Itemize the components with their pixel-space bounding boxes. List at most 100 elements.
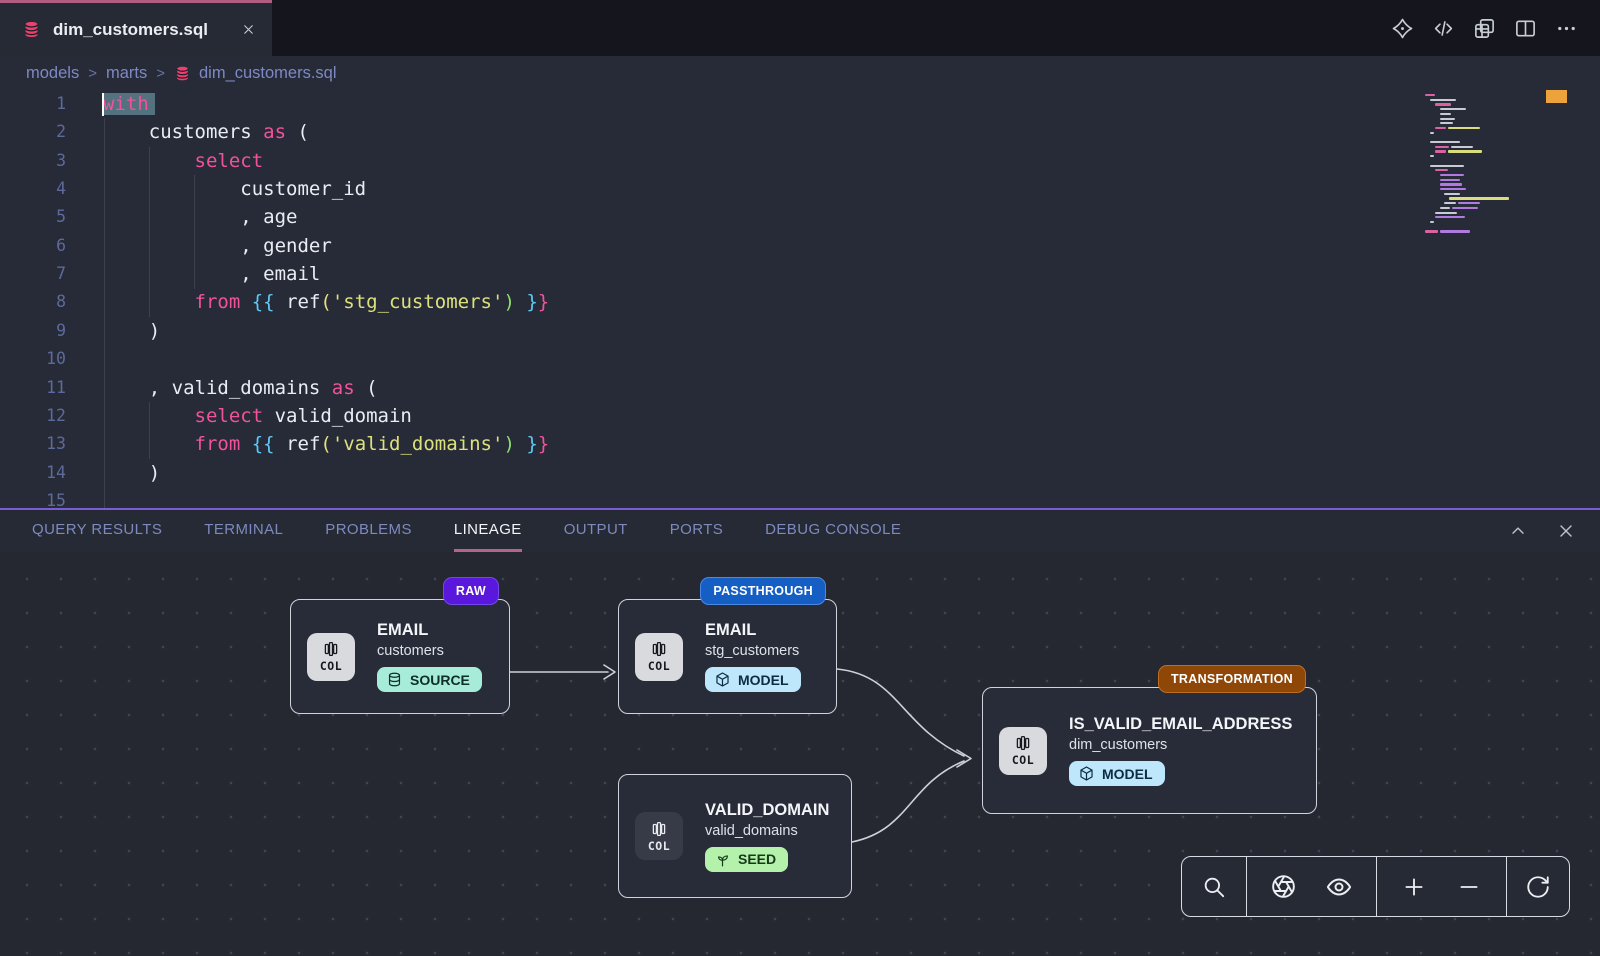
eye-icon xyxy=(1325,873,1353,901)
columns-chip[interactable]: COL xyxy=(307,633,355,681)
text-cursor xyxy=(102,93,104,116)
split-editor-button[interactable] xyxy=(1510,13,1541,44)
close-tab-icon[interactable] xyxy=(241,22,256,37)
code-line-6: 6 , gender xyxy=(0,232,1600,260)
line-number: 4 xyxy=(0,175,66,203)
breadcrumb: models > marts > dim_customers.sql xyxy=(0,56,1600,90)
editor-tab-bar: dim_customers.sql xyxy=(0,0,1600,56)
columns-chip[interactable]: COL xyxy=(999,727,1047,775)
code-line-14: 14 ) xyxy=(0,459,1600,487)
cube-icon xyxy=(714,671,731,688)
code-view-button[interactable] xyxy=(1428,13,1459,44)
node-subtitle: dim_customers xyxy=(1069,737,1292,753)
lineage-node-customers[interactable]: RAWCOLEMAILcustomersSOURCE xyxy=(290,599,510,714)
aperture-button[interactable] xyxy=(1266,869,1301,904)
copy-table-icon xyxy=(1473,17,1496,40)
columns-chip-label: COL xyxy=(1012,753,1034,767)
lineage-toolbar xyxy=(1181,856,1570,917)
code-line-8: 8 from {{ ref('stg_customers') }} xyxy=(0,288,1600,316)
columns-chip-label: COL xyxy=(320,659,342,673)
breadcrumb-item-models[interactable]: models xyxy=(26,64,79,83)
app-window: dim_customers.sql models > marts > dim_custo… xyxy=(0,0,1600,956)
breadcrumb-separator: > xyxy=(156,65,165,82)
node-type-badge-seed: SEED xyxy=(705,847,788,872)
node-type-badge-model: MODEL xyxy=(1069,761,1165,786)
code-line-2: 2 customers as ( xyxy=(0,118,1600,146)
breadcrumb-item-marts[interactable]: marts xyxy=(106,64,147,83)
columns-icon xyxy=(650,640,668,658)
close-panel-button[interactable] xyxy=(1554,519,1578,543)
code-line-10: 10 xyxy=(0,345,1600,373)
zoom-in-button[interactable] xyxy=(1397,870,1431,904)
line-number: 7 xyxy=(0,260,66,288)
refresh-button[interactable] xyxy=(1521,870,1555,904)
node-title: VALID_DOMAIN xyxy=(705,801,829,820)
panel-tab-output[interactable]: OUTPUT xyxy=(564,510,628,552)
minimap-marker xyxy=(1546,90,1567,103)
search-button[interactable] xyxy=(1197,870,1231,904)
panel-tab-problems[interactable]: PROBLEMS xyxy=(325,510,412,552)
zoom-out-icon xyxy=(1456,874,1482,900)
panel-tab-ports[interactable]: PORTS xyxy=(670,510,723,552)
editor-actions xyxy=(1387,0,1582,56)
tab-dim-customers-sql[interactable]: dim_customers.sql xyxy=(0,0,272,56)
collapse-panel-button[interactable] xyxy=(1506,519,1530,543)
line-number: 2 xyxy=(0,118,66,146)
refresh-icon xyxy=(1525,874,1551,900)
panel-tab-bar: QUERY RESULTS TERMINAL PROBLEMS LINEAGE OUTP… xyxy=(0,510,1600,552)
code-editor[interactable]: 1with2 customers as (3 select4 customer_… xyxy=(0,90,1600,508)
panel-tab-terminal[interactable]: TERMINAL xyxy=(204,510,283,552)
lineage-badge-raw: RAW xyxy=(443,577,499,605)
lineage-node-stg_customers[interactable]: PASSTHROUGHCOLEMAILstg_customersMODEL xyxy=(618,599,837,714)
code-line-7: 7 , email xyxy=(0,260,1600,288)
code-line-1: 1with xyxy=(0,90,1600,118)
aperture-icon xyxy=(1270,873,1297,900)
chevron-up-icon xyxy=(1508,521,1528,541)
node-title: EMAIL xyxy=(705,621,801,640)
minimap[interactable] xyxy=(1425,94,1537,254)
line-number: 9 xyxy=(0,317,66,345)
copy-table-button[interactable] xyxy=(1469,13,1500,44)
line-number: 3 xyxy=(0,147,66,175)
dbt-logo-icon xyxy=(1391,17,1414,40)
node-title: IS_VALID_EMAIL_ADDRESS xyxy=(1069,715,1292,734)
columns-icon xyxy=(322,640,340,658)
bottom-panel: QUERY RESULTS TERMINAL PROBLEMS LINEAGE OUTP… xyxy=(0,508,1600,956)
columns-chip-label: COL xyxy=(648,659,670,673)
node-type-badge-source: SOURCE xyxy=(377,667,482,692)
more-actions-button[interactable] xyxy=(1551,13,1582,44)
lineage-canvas[interactable]: RAWCOLEMAILcustomersSOURCEPASSTHROUGHCOL… xyxy=(0,554,1600,956)
code-line-9: 9 ) xyxy=(0,317,1600,345)
node-subtitle: customers xyxy=(377,643,482,659)
panel-tab-lineage[interactable]: LINEAGE xyxy=(454,510,522,552)
database-icon xyxy=(22,20,41,39)
zoom-out-button[interactable] xyxy=(1452,870,1486,904)
node-subtitle: stg_customers xyxy=(705,643,801,659)
columns-chip-label: COL xyxy=(648,839,670,853)
line-number: 12 xyxy=(0,402,66,430)
node-type-badge-model: MODEL xyxy=(705,667,801,692)
zoom-in-icon xyxy=(1401,874,1427,900)
breadcrumb-file[interactable]: dim_customers.sql xyxy=(174,64,337,83)
code-view-icon xyxy=(1432,17,1455,40)
line-number: 11 xyxy=(0,374,66,402)
close-icon xyxy=(1556,521,1576,541)
eye-button[interactable] xyxy=(1321,869,1357,905)
line-number: 13 xyxy=(0,430,66,458)
dbt-logo-button[interactable] xyxy=(1387,13,1418,44)
lineage-node-dim_customers[interactable]: TRANSFORMATIONCOLIS_VALID_EMAIL_ADDRESSd… xyxy=(982,687,1317,814)
breadcrumb-separator: > xyxy=(88,65,97,82)
code-line-4: 4 customer_id xyxy=(0,175,1600,203)
line-number: 6 xyxy=(0,232,66,260)
line-number: 10 xyxy=(0,345,66,373)
code-line-3: 3 select xyxy=(0,147,1600,175)
panel-tab-debug-console[interactable]: DEBUG CONSOLE xyxy=(765,510,901,552)
more-actions-icon xyxy=(1555,17,1578,40)
code-line-11: 11 , valid_domains as ( xyxy=(0,374,1600,402)
columns-chip[interactable]: COL xyxy=(635,812,683,860)
columns-chip[interactable]: COL xyxy=(635,633,683,681)
columns-icon xyxy=(650,820,668,838)
code-line-15: 15 xyxy=(0,487,1600,508)
panel-tab-query-results[interactable]: QUERY RESULTS xyxy=(32,510,162,552)
lineage-node-valid_domains[interactable]: COLVALID_DOMAINvalid_domainsSEED xyxy=(618,774,852,898)
